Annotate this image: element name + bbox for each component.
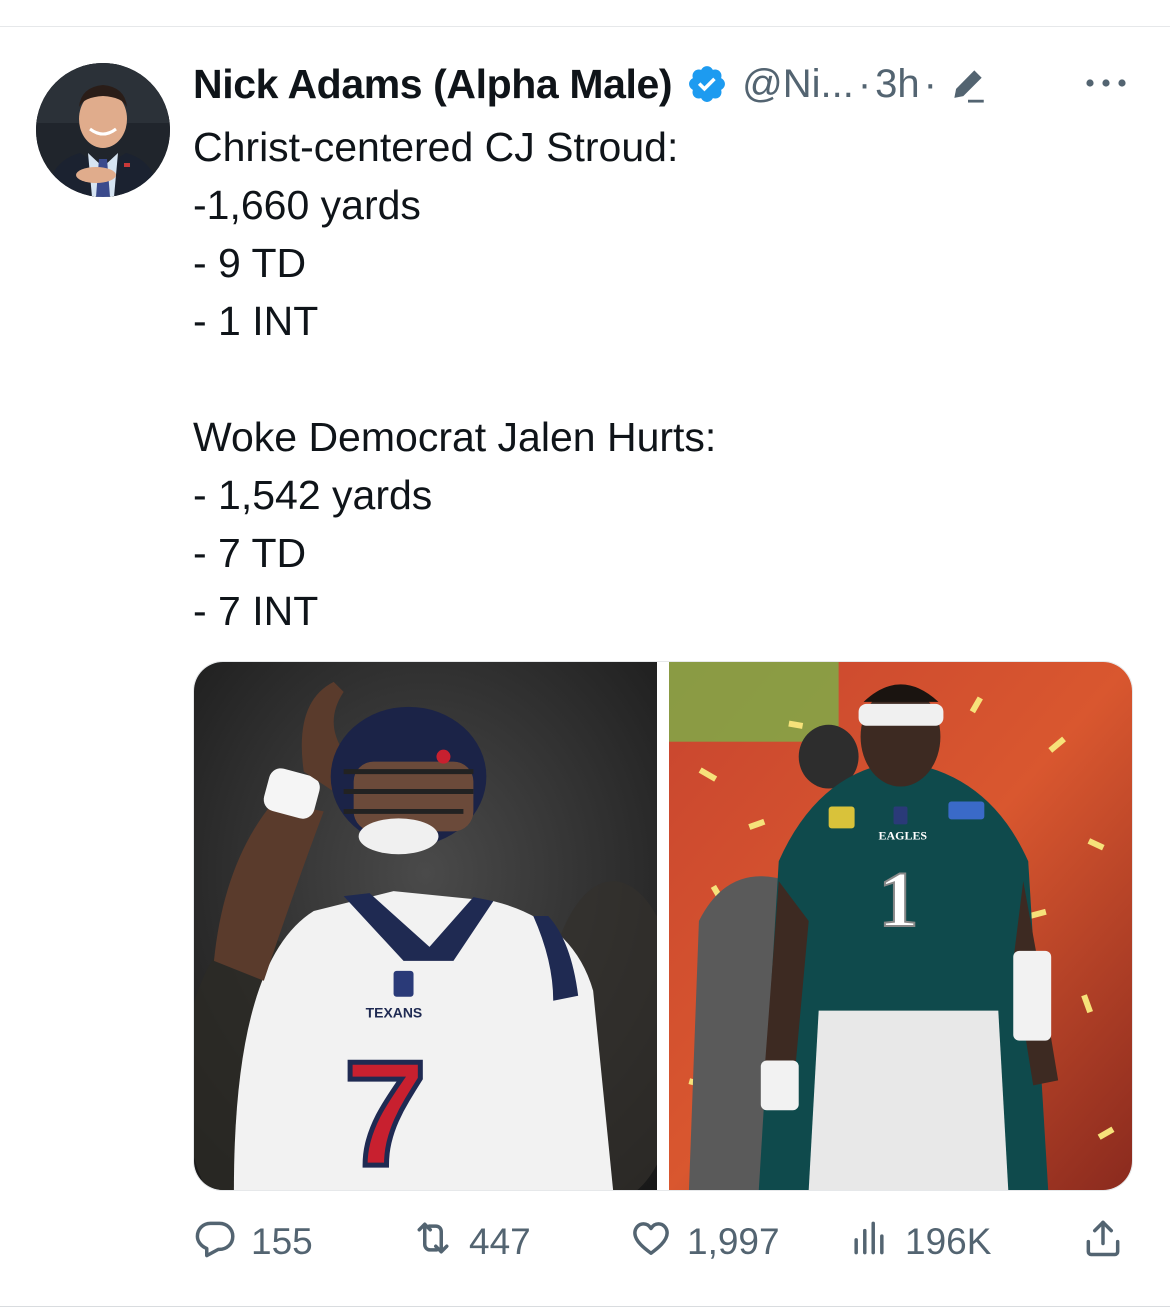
reply-count: 155 <box>251 1221 313 1262</box>
reply-button[interactable]: 155 <box>193 1212 313 1272</box>
meta-separator-2: · <box>923 61 937 106</box>
heart-icon <box>629 1216 673 1269</box>
like-button[interactable]: 1,997 <box>629 1212 780 1272</box>
repost-count: 447 <box>469 1221 531 1262</box>
text-line: -1,660 yards <box>193 182 421 228</box>
meta-separator: · <box>857 61 872 106</box>
bottom-divider <box>0 1306 1170 1307</box>
jersey-number-1: 1 <box>879 856 919 944</box>
text-line: - 9 TD <box>193 240 307 286</box>
more-dots-icon[interactable] <box>1082 63 1130 103</box>
media-image-texans[interactable]: 7 TEXANS <box>194 662 657 1190</box>
text-line: Christ-centered CJ Stroud: <box>193 124 679 170</box>
text-line: - 1,542 yards <box>193 472 433 518</box>
author-display-name[interactable]: Nick Adams (Alpha Male) <box>193 61 673 108</box>
author-handle[interactable]: @Ni... <box>742 62 854 107</box>
repost-icon <box>411 1216 455 1269</box>
share-button[interactable] <box>1081 1212 1125 1272</box>
views-count: 196K <box>905 1221 992 1262</box>
tweet-header: Nick Adams (Alpha Male) @Ni... · 3h · <box>193 54 989 114</box>
tweet-timestamp[interactable]: 3h <box>875 62 920 107</box>
reply-icon <box>193 1216 237 1269</box>
verified-badge-icon <box>686 63 728 105</box>
jersey-wordmark-texans: TEXANS <box>366 1005 423 1021</box>
author-avatar[interactable] <box>36 63 170 197</box>
tweet-action-bar: 155 447 1,997 196K <box>193 1212 1133 1272</box>
top-divider <box>0 26 1170 27</box>
views-bar-chart-icon <box>847 1216 891 1269</box>
text-line: Woke Democrat Jalen Hurts: <box>193 414 717 460</box>
tweet-media-grid: 7 TEXANS 1 EAGLES <box>193 661 1133 1191</box>
share-icon <box>1081 1216 1125 1269</box>
repost-button[interactable]: 447 <box>411 1212 531 1272</box>
views-button[interactable]: 196K <box>847 1212 991 1272</box>
like-count: 1,997 <box>687 1221 780 1262</box>
media-image-eagles[interactable]: 1 EAGLES <box>669 662 1132 1190</box>
avatar-photo <box>36 63 170 197</box>
handle-meta: @Ni... · 3h · <box>742 62 989 107</box>
text-blank-line <box>193 350 1123 408</box>
jersey-wordmark-eagles: EAGLES <box>879 828 928 842</box>
jersey-number-7: 7 <box>344 1030 427 1190</box>
edit-pencil-icon[interactable] <box>947 63 989 105</box>
tweet-text: Christ-centered CJ Stroud: -1,660 yards … <box>193 118 1123 640</box>
text-line: - 1 INT <box>193 298 319 344</box>
text-line: - 7 INT <box>193 588 319 634</box>
text-line: - 7 TD <box>193 530 307 576</box>
